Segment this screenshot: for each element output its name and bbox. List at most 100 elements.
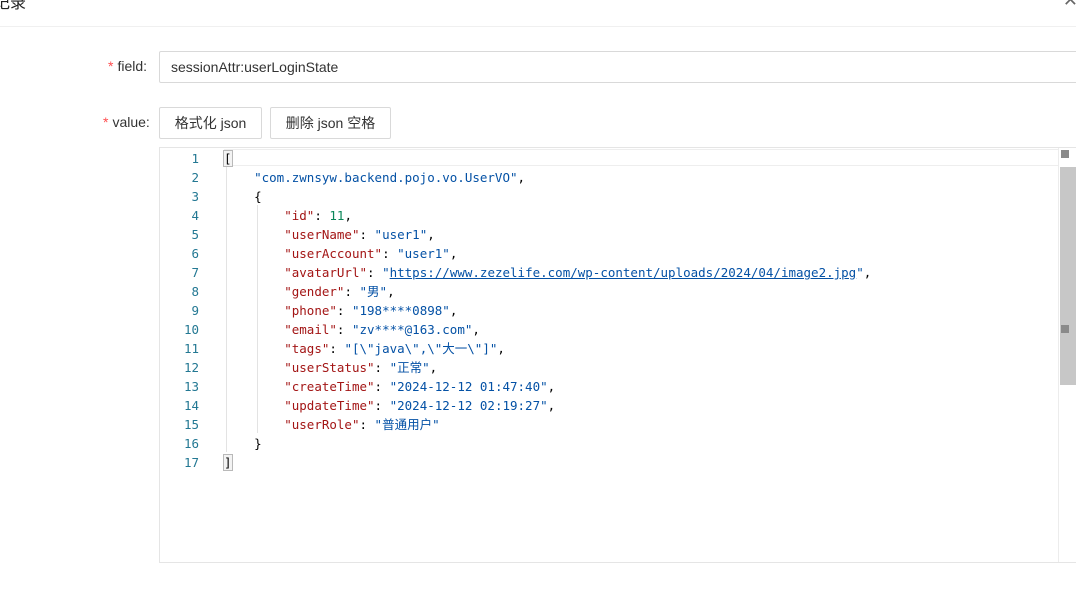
scrollbar-marker: [1061, 150, 1069, 158]
code-line: [: [223, 149, 233, 168]
code-token: "userStatus": [284, 360, 375, 375]
code-line: "userName": "user1",: [224, 225, 435, 244]
scrollbar-marker: [1061, 325, 1069, 333]
code-token: "userName": [284, 227, 360, 242]
line-number-gutter: 1 2 3 4 5 6 7 8 9 10 11 12 13 14 15 16 17: [160, 148, 218, 562]
code-token: "user1": [397, 246, 450, 261]
field-label: * field:: [108, 58, 147, 74]
code-line: "userStatus": "正常",: [224, 358, 437, 377]
code-line: "id": 11,: [224, 206, 352, 225]
field-input[interactable]: [159, 51, 1076, 83]
code-token: "email": [284, 322, 337, 337]
dialog-title: 记录: [0, 0, 27, 12]
code-token: ,: [449, 303, 458, 318]
strip-json-spaces-button[interactable]: 删除 json 空格: [270, 107, 391, 139]
line-number: 6: [191, 246, 199, 261]
code-token: ,: [863, 265, 872, 280]
code-token: :: [374, 398, 390, 413]
line-number: 3: [191, 189, 199, 204]
code-line: {: [224, 187, 262, 206]
code-token: "createTime": [284, 379, 375, 394]
code-line: "com.zwnsyw.backend.pojo.vo.UserVO",: [224, 168, 525, 187]
close-icon[interactable]: ✕: [1063, 0, 1076, 10]
line-number: 1: [191, 151, 199, 166]
code-token: :: [374, 360, 390, 375]
line-number: 10: [183, 322, 199, 337]
code-line: }: [224, 434, 262, 453]
code-token: ]: [223, 454, 233, 471]
code-line: "email": "zv****@163.com",: [224, 320, 480, 339]
code-token: "avatarUrl": [284, 265, 368, 280]
code-line: "avatarUrl": "https://www.zezelife.com/w…: [224, 263, 871, 282]
code-line: "createTime": "2024-12-12 01:47:40",: [224, 377, 555, 396]
line-number: 11: [183, 341, 199, 356]
code-token: :: [359, 227, 375, 242]
line-number: 14: [183, 398, 199, 413]
code-token: "tags": [284, 341, 330, 356]
code-token: "198****0898": [351, 303, 450, 318]
code-token: "2024-12-12 02:19:27": [389, 398, 548, 413]
code-token: ,: [472, 322, 480, 337]
code-line: ]: [223, 453, 233, 472]
dialog: 记录 ✕ *field: *value: 格式化 json 删除 json 空格…: [0, 0, 1076, 600]
code-token: "updateTime": [284, 398, 375, 413]
line-number: 16: [183, 436, 199, 451]
code-token: [: [223, 150, 233, 167]
code-token: :: [314, 208, 330, 223]
code-line: "gender": "男",: [224, 282, 395, 301]
vertical-scrollbar[interactable]: [1058, 148, 1076, 562]
current-line-highlight: [224, 149, 1076, 166]
code-token: {: [224, 189, 262, 204]
code-token: "2024-12-12 01:47:40": [389, 379, 548, 394]
line-number: 17: [183, 455, 199, 470]
code-token: "userAccount": [284, 246, 383, 261]
code-token: "正常": [389, 360, 430, 375]
line-number: 13: [183, 379, 199, 394]
value-label-text: value:: [112, 114, 150, 130]
code-token: "普通用户": [374, 417, 440, 432]
code-token: ": [856, 265, 864, 280]
code-line: "tags": "[\"java\",\"大一\"]",: [224, 339, 505, 358]
line-number: 9: [191, 303, 199, 318]
code-token: :: [382, 246, 398, 261]
format-json-button[interactable]: 格式化 json: [159, 107, 262, 139]
code-token: :: [359, 417, 375, 432]
code-token: :: [344, 284, 360, 299]
code-token: "phone": [284, 303, 337, 318]
code-token: ,: [387, 284, 395, 299]
code-token: ,: [429, 360, 438, 375]
code-area[interactable]: [ "com.zwnsyw.backend.pojo.vo.UserVO", {…: [223, 148, 1076, 562]
code-token: "com.zwnsyw.backend.pojo.vo.UserVO": [254, 170, 518, 185]
line-number: 12: [183, 360, 199, 375]
line-number: 2: [191, 170, 199, 185]
code-token: "zv****@163.com": [351, 322, 473, 337]
code-line: "phone": "198****0898",: [224, 301, 457, 320]
code-token: }: [224, 436, 262, 451]
code-token: ,: [547, 398, 556, 413]
code-token: ,: [547, 379, 556, 394]
code-token: :: [374, 379, 390, 394]
required-mark: *: [103, 114, 109, 130]
scrollbar-thumb[interactable]: [1060, 167, 1076, 385]
code-token: "userRole": [284, 417, 360, 432]
code-token: ,: [517, 170, 526, 185]
code-token: "id": [284, 208, 315, 223]
code-line: "userAccount": "user1",: [224, 244, 457, 263]
code-token: ,: [449, 246, 458, 261]
json-editor[interactable]: 1 2 3 4 5 6 7 8 9 10 11 12 13 14 15 16 17 [ "com.zwnsyw.…: [159, 147, 1076, 563]
code-token: ": [382, 265, 390, 280]
code-token: "男": [359, 284, 388, 299]
code-token: :: [367, 265, 383, 280]
code-line: "userRole": "普通用户": [224, 415, 440, 434]
code-token: :: [336, 322, 352, 337]
